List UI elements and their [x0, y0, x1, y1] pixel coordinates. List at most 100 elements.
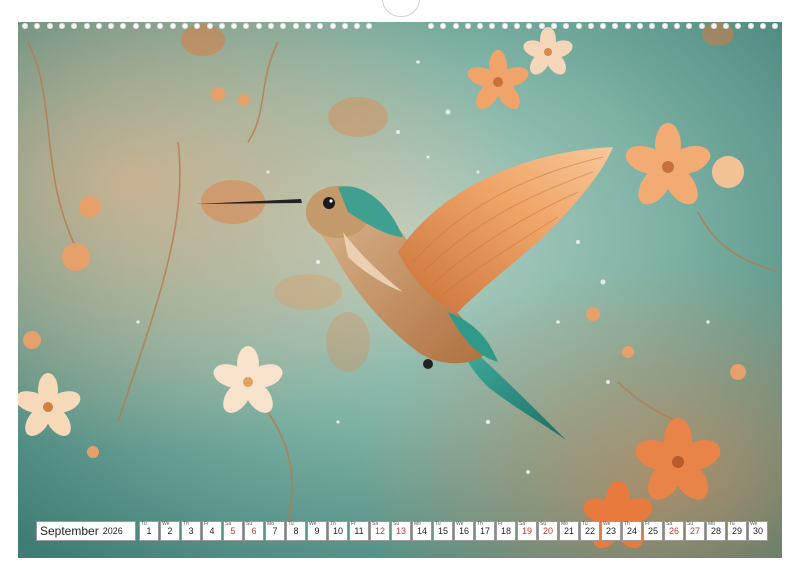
weekday-letter: We [750, 521, 758, 527]
weekday-letter: Mo [708, 521, 715, 527]
binding-hole [329, 23, 336, 29]
binding-hole [772, 23, 779, 29]
binding-hole [501, 23, 508, 29]
binding-hole [169, 23, 176, 29]
day-cell: Th 24 [622, 521, 642, 541]
weekday-letter: Tu [729, 521, 735, 527]
day-cell: Fr 11 [349, 521, 369, 541]
binding-hole [686, 23, 693, 29]
binding-hole [649, 23, 656, 29]
day-number: 30 [752, 526, 763, 536]
calendar-grid: September 2026 Tu 1 We 2 Th 3 Fr 4 Sa 5 Su 6 Mo 7 Tu 8 W… [36, 521, 769, 541]
binding-hole [83, 23, 90, 29]
day-cell: Mo 14 [412, 521, 432, 541]
day-number: 7 [272, 526, 278, 536]
binding-hole [71, 23, 78, 29]
day-cell: Tu 8 [286, 521, 306, 541]
day-number: 3 [188, 526, 194, 536]
binding-hole [587, 23, 594, 29]
binding-holes [18, 20, 782, 34]
weekday-letter: Fr [645, 521, 650, 527]
binding-hole [747, 23, 754, 29]
day-number: 21 [563, 526, 574, 536]
day-cell: Su 20 [538, 521, 558, 541]
day-cell: We 9 [307, 521, 327, 541]
binding-hole [452, 23, 459, 29]
day-cell: Sa 5 [223, 521, 243, 541]
binding-hole [538, 23, 545, 29]
binding-hole [698, 23, 705, 29]
day-number: 18 [500, 526, 511, 536]
day-cell: Tu 15 [433, 521, 453, 541]
weekday-letter: Tu [141, 521, 147, 527]
binding-hole [612, 23, 619, 29]
binding-hole [243, 23, 250, 29]
day-number: 1 [146, 526, 152, 536]
day-number: 14 [416, 526, 427, 536]
binding-hole [58, 23, 65, 29]
binding-hole [145, 23, 151, 29]
binding-hole [489, 23, 496, 29]
binding-hole [194, 23, 201, 29]
binding-hole [661, 23, 668, 29]
weekday-letter: Th [330, 521, 336, 527]
weekday-letter: Tu [582, 521, 588, 527]
weekday-letter: Th [183, 521, 189, 527]
weekday-letter: Mo [561, 521, 568, 527]
weekday-letter: Su [540, 521, 547, 527]
weekday-letter: Sa [519, 521, 526, 527]
binding-hole [120, 23, 127, 29]
day-cells: Tu 1 We 2 Th 3 Fr 4 Sa 5 Su 6 Mo 7 Tu 8 We 9 Th 10 Fr 11 Sa 12 S… [139, 521, 769, 541]
day-cell: We 2 [160, 521, 180, 541]
day-number: 28 [710, 526, 721, 536]
day-cell: We 30 [748, 521, 768, 541]
day-cell: Tu 29 [727, 521, 747, 541]
month-label: September 2026 [36, 521, 136, 541]
binding-hole [206, 23, 213, 29]
weekday-letter: Th [477, 521, 483, 527]
weekday-letter: Su [246, 521, 253, 527]
binding-hole [366, 23, 373, 29]
day-cell: Mo 21 [559, 521, 579, 541]
day-number: 20 [542, 526, 553, 536]
binding-hole [723, 23, 730, 29]
day-number: 24 [626, 526, 637, 536]
weekday-letter: Tu [435, 521, 441, 527]
weekday-letter: Th [624, 521, 630, 527]
day-number: 5 [230, 526, 236, 536]
binding-hole [341, 23, 348, 29]
day-number: 8 [293, 526, 299, 536]
day-cell: Th 17 [475, 521, 495, 541]
day-cell: Tu 22 [580, 521, 600, 541]
hanger-notch [382, 0, 420, 17]
day-number: 29 [731, 526, 742, 536]
binding-hole [550, 23, 557, 29]
binding-hole [317, 23, 324, 29]
day-number: 13 [395, 526, 406, 536]
binding-hole [108, 23, 115, 29]
binding-hole [34, 23, 41, 29]
weekday-letter: Mo [414, 521, 421, 527]
binding-hole [600, 23, 607, 29]
year-label: 2026 [102, 526, 123, 536]
day-cell: Fr 18 [496, 521, 516, 541]
binding-hole [427, 23, 434, 29]
weekday-letter: Sa [372, 521, 379, 527]
day-number: 23 [605, 526, 616, 536]
day-number: 25 [647, 526, 658, 536]
day-cell: Su 13 [391, 521, 411, 541]
binding-hole [735, 23, 742, 29]
day-number: 26 [668, 526, 679, 536]
day-cell: Fr 4 [202, 521, 222, 541]
binding-hole [624, 23, 631, 29]
day-number: 9 [314, 526, 320, 536]
photo-illustration [18, 22, 782, 558]
day-cell: We 23 [601, 521, 621, 541]
binding-hole [563, 23, 570, 29]
binding-hole [46, 23, 53, 29]
binding-hole [637, 23, 643, 29]
day-number: 10 [332, 526, 343, 536]
binding-hole [181, 23, 188, 29]
binding-hole [575, 23, 582, 29]
day-number: 22 [584, 526, 595, 536]
